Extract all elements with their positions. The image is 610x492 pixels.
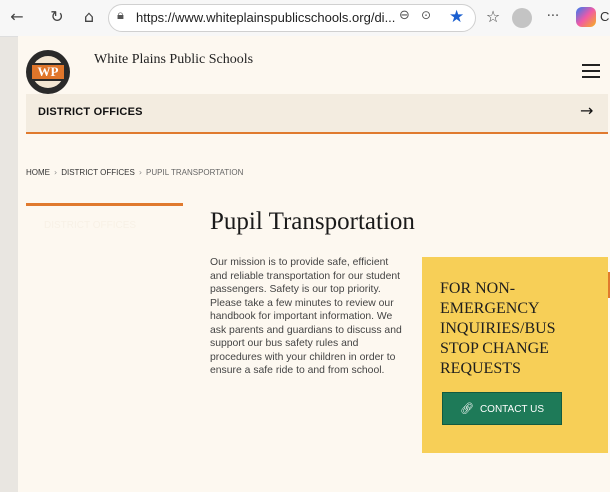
more-icon[interactable]: ⊙	[421, 8, 431, 22]
contact-us-label: CONTACT US	[479, 404, 545, 415]
home-icon[interactable]: ⌂	[78, 6, 100, 28]
copilot-icon[interactable]	[576, 7, 596, 27]
web-page: WP White Plains Public Schools DISTRICT …	[18, 36, 610, 492]
refresh-icon[interactable]: ↻	[46, 6, 68, 28]
profile-avatar[interactable]	[512, 8, 532, 28]
district-offices-label[interactable]: DISTRICT OFFICES	[38, 106, 143, 118]
chevron-right-icon: ›	[54, 168, 58, 177]
favorites-icon[interactable]: ☆	[482, 6, 504, 28]
sidebar-accent-line	[26, 203, 183, 206]
hamburger-menu-icon[interactable]	[582, 64, 600, 78]
district-offices-bar[interactable]: DISTRICT OFFICES →	[26, 94, 608, 134]
breadcrumb: HOME › DISTRICT OFFICES › PUPIL TRANSPORTATI…	[26, 168, 247, 177]
sidebar-ghost-label: DISTRICT OFFICES	[44, 220, 137, 231]
chevron-right-icon: ›	[138, 168, 143, 177]
browser-toolbar: ← ↻ ⌂ 🔒︎ https://www.whiteplainspublicsc…	[0, 0, 610, 37]
url-text[interactable]: https://www.whiteplainspublicschools.org…	[136, 10, 395, 25]
breadcrumb-home[interactable]: HOME	[26, 168, 50, 177]
copilot-label[interactable]: C	[600, 9, 609, 24]
link-icon: 🔗︎	[459, 402, 474, 415]
favorite-star-icon[interactable]: ★	[449, 7, 464, 27]
page-title: Pupil Transportation	[210, 208, 415, 235]
contact-heading: FOR NON-EMERGENCY INQUIRIES/BUS STOP CHA…	[440, 280, 556, 377]
lock-icon[interactable]: 🔒︎	[117, 8, 124, 23]
settings-ellipsis-icon[interactable]: ···	[542, 6, 564, 28]
address-bar[interactable]: 🔒︎ https://www.whiteplainspublicschools.…	[108, 4, 476, 32]
back-arrow-icon[interactable]: ←	[6, 6, 28, 28]
breadcrumb-district-offices[interactable]: DISTRICT OFFICES	[61, 168, 135, 177]
mission-text: Our mission is to provide safe, efficien…	[210, 257, 402, 376]
contact-us-button[interactable]: 🔗︎ CONTACT US	[442, 392, 562, 425]
school-logo[interactable]: WP	[26, 50, 70, 94]
arrow-right-icon[interactable]: →	[580, 101, 593, 120]
logo-text: WP	[30, 63, 66, 81]
site-name[interactable]: White Plains Public Schools	[94, 52, 253, 68]
zoom-icon[interactable]: ⊖	[399, 8, 410, 23]
breadcrumb-current: PUPIL TRANSPORTATION	[146, 168, 244, 177]
contact-callout: FOR NON-EMERGENCY INQUIRIES/BUS STOP CHA…	[422, 257, 608, 453]
